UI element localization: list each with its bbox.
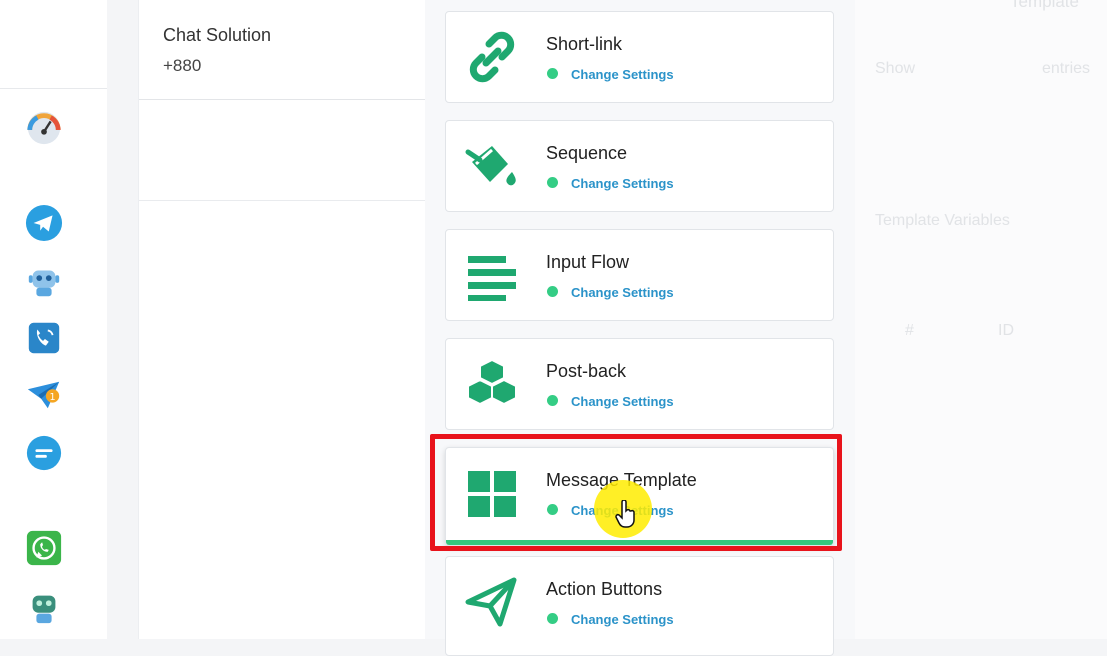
change-settings-link[interactable]: Change Settings [571,612,674,627]
card-title: Sequence [546,143,628,163]
account-phone: +880 [163,56,202,75]
voice-call-icon[interactable] [25,319,63,357]
status-dot [547,68,558,79]
card-sequence[interactable]: Sequence Change Settings [445,120,834,212]
bot-head-icon[interactable] [25,588,63,626]
badge-count: 1 [50,392,56,403]
status-dot [547,613,558,624]
card-title: Input Flow [546,252,630,272]
status-dot [547,286,558,297]
icon-rail: 1 [0,0,107,639]
entries-label: entries [1042,60,1091,77]
align-lines-icon [464,247,520,303]
status-dot [547,395,558,406]
change-settings-link[interactable]: Change Settings [571,394,674,409]
telegram-icon[interactable] [25,204,63,242]
link-icon [464,29,520,85]
rail-divider [0,88,107,89]
change-settings-link[interactable]: Change Settings [571,67,674,82]
account-panel: Chat Solution +880 [138,0,427,639]
show-label: Show [875,60,916,77]
account-name: Chat Solution [163,25,272,45]
cubes-icon [464,356,520,412]
account-row-empty [139,100,426,201]
card-title: Action Buttons [546,579,663,599]
change-settings-link[interactable]: Change Settings [571,285,674,300]
column-id: ID [998,322,1014,339]
card-title: Short-link [546,34,623,54]
panel-title: Template [1010,0,1079,11]
paint-bucket-icon [464,138,520,194]
broadcast-plane-icon[interactable]: 1 [25,376,63,414]
change-settings-link[interactable]: Change Settings [571,176,674,191]
card-input-flow[interactable]: Input Flow Change Settings [445,229,834,321]
variables-heading: Template Variables [875,212,1010,229]
card-title: Post-back [546,361,627,381]
card-action-buttons[interactable]: Action Buttons Change Settings [445,556,834,656]
card-short-link[interactable]: Short-link Change Settings [445,11,834,103]
column-hash: # [905,322,914,339]
paper-plane-icon [464,574,520,630]
account-header[interactable]: Chat Solution +880 [139,0,426,100]
card-post-back[interactable]: Post-back Change Settings [445,338,834,430]
whatsapp-icon[interactable] [25,529,63,567]
status-dot [547,177,558,188]
hand-cursor-icon [615,500,635,528]
bot-icon[interactable] [25,262,63,300]
template-panel: Template Show entries Template Variables… [855,0,1107,639]
chat-bubble-icon[interactable] [25,434,63,472]
dashboard-gauge-icon[interactable] [25,109,63,147]
